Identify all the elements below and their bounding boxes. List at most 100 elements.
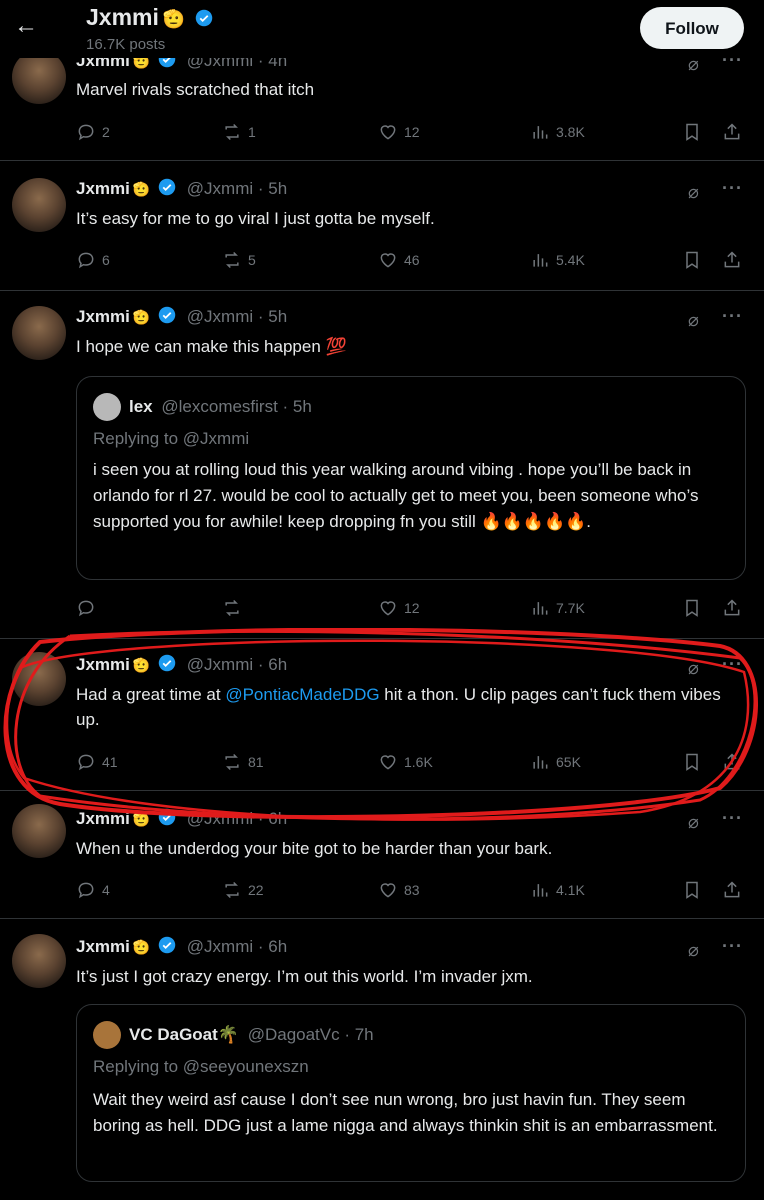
author-handle[interactable]: @Jxmmi · 6h <box>187 655 287 674</box>
author-handle[interactable]: @Jxmmi · 6h <box>187 937 287 956</box>
share-button[interactable] <box>722 120 748 144</box>
reply-count: 41 <box>102 754 118 770</box>
mention-link[interactable]: @PontiacMadeDDG <box>225 685 379 704</box>
views-chart-icon <box>533 126 548 139</box>
share-button[interactable] <box>722 878 748 902</box>
like-button[interactable]: 12 <box>378 596 420 620</box>
views-chart-icon <box>533 884 548 897</box>
author-handle[interactable]: @Jxmmi · 5h <box>187 179 287 198</box>
author-handle[interactable]: @Jxmmi · 6h <box>187 809 287 828</box>
grok-icon[interactable]: ⌀ <box>688 310 710 332</box>
bookmark-button[interactable] <box>682 750 708 774</box>
quoted-avatar[interactable] <box>93 393 121 421</box>
like-count: 1.6K <box>404 754 433 770</box>
bookmark-button[interactable] <box>682 596 708 620</box>
view-count: 7.7K <box>556 600 585 616</box>
repost-button[interactable]: 81 <box>222 750 264 774</box>
avatar[interactable] <box>12 50 66 104</box>
repost-count: 22 <box>248 882 264 898</box>
grok-icon[interactable]: ⌀ <box>688 182 710 204</box>
tweet[interactable]: Jxmmi 🫡 @Jxmmi · 6h ⌀ ··· Had a great tim… <box>0 638 764 791</box>
author-name[interactable]: Jxmmi <box>76 937 130 956</box>
author-name[interactable]: Jxmmi <box>76 179 130 198</box>
author-emoji: 🫡 <box>132 657 151 673</box>
profile-header: ← Jxmmi 🫡 16.7K posts Follow <box>0 0 764 58</box>
reply-button[interactable] <box>76 596 102 620</box>
quoted-tweet[interactable]: lex @lexcomesfirst · 5h Replying to @Jxm… <box>76 376 746 580</box>
share-button[interactable] <box>722 596 748 620</box>
views-button[interactable]: 5.4K <box>530 248 585 272</box>
more-options-icon[interactable]: ··· <box>722 178 743 199</box>
reply-button[interactable]: 6 <box>76 248 110 272</box>
quoted-avatar[interactable] <box>93 1021 121 1049</box>
avatar[interactable] <box>12 934 66 988</box>
views-button[interactable]: 4.1K <box>530 878 585 902</box>
back-arrow-icon[interactable]: ← <box>14 12 42 40</box>
author-emoji: 🫡 <box>132 811 151 827</box>
tweet[interactable]: Jxmmi 🫡 @Jxmmi · 5h ⌀ ··· It’s easy for m… <box>0 160 764 291</box>
quoted-tweet[interactable]: VC DaGoat🌴 @DagoatVc · 7h Replying to @s… <box>76 1004 746 1182</box>
quoted-author-name[interactable]: VC DaGoat <box>129 1025 218 1044</box>
profile-name-text: Jxmmi <box>86 4 159 30</box>
repost-button[interactable]: 1 <box>222 120 256 144</box>
tweet[interactable]: Jxmmi 🫡 @Jxmmi · 5h ⌀ ··· I hope we can m… <box>0 290 764 639</box>
share-button[interactable] <box>722 248 748 272</box>
repost-button[interactable]: 22 <box>222 878 264 902</box>
repost-count: 1 <box>248 124 256 140</box>
quoted-author-handle[interactable]: @lexcomesfirst · 5h <box>161 397 311 416</box>
quoted-text: i seen you at rolling loud this year wal… <box>93 460 699 531</box>
tweet-actions: 41 81 1.6K 65K <box>76 750 746 774</box>
reply-button[interactable]: 2 <box>76 120 110 144</box>
avatar[interactable] <box>12 652 66 706</box>
quoted-meta: lex @lexcomesfirst · 5h <box>129 397 312 417</box>
bookmark-icon <box>686 881 698 899</box>
tweet-actions: 6 5 46 5.4K <box>76 248 746 272</box>
grok-icon[interactable]: ⌀ <box>688 940 710 962</box>
heart-icon <box>380 125 396 140</box>
verified-badge-icon <box>195 9 212 27</box>
repost-button[interactable] <box>222 596 248 620</box>
tweet[interactable]: Jxmmi 🫡 @Jxmmi · 4h ⌀ ··· Marvel rivals s… <box>0 44 764 161</box>
bookmark-button[interactable] <box>682 248 708 272</box>
bookmark-button[interactable] <box>682 878 708 902</box>
tweet-actions: 4 22 83 4.1K <box>76 878 746 902</box>
author-name[interactable]: Jxmmi <box>76 307 130 326</box>
author-name[interactable]: Jxmmi <box>76 655 130 674</box>
share-icon <box>724 251 740 268</box>
tweet-text: Marvel rivals scratched that itch <box>76 80 315 99</box>
tweet[interactable]: Jxmmi 🫡 @Jxmmi · 6h ⌀ ··· It’s just I got… <box>0 918 764 1200</box>
more-options-icon[interactable]: ··· <box>722 936 743 957</box>
reply-button[interactable]: 41 <box>76 750 118 774</box>
author-handle[interactable]: @Jxmmi · 5h <box>187 307 287 326</box>
grok-icon[interactable]: ⌀ <box>688 658 710 680</box>
repost-button[interactable]: 5 <box>222 248 256 272</box>
bookmark-button[interactable] <box>682 120 708 144</box>
reply-button[interactable]: 4 <box>76 878 110 902</box>
share-button[interactable] <box>722 750 748 774</box>
like-button[interactable]: 83 <box>378 878 420 902</box>
like-button[interactable]: 12 <box>378 120 420 144</box>
tweet-actions: 2 1 12 3.8K <box>76 120 746 144</box>
like-button[interactable]: 1.6K <box>378 750 433 774</box>
quoted-author-name[interactable]: lex <box>129 397 153 416</box>
more-options-icon[interactable]: ··· <box>722 808 743 829</box>
tweet-text-start: Had a great time at <box>76 685 226 704</box>
more-options-icon[interactable]: ··· <box>722 306 743 327</box>
grok-icon[interactable]: ⌀ <box>688 812 710 834</box>
profile-name: Jxmmi 🫡 <box>86 4 213 31</box>
author-name[interactable]: Jxmmi <box>76 809 130 828</box>
avatar[interactable] <box>12 178 66 232</box>
like-button[interactable]: 46 <box>378 248 420 272</box>
views-button[interactable]: 65K <box>530 750 581 774</box>
follow-button[interactable]: Follow <box>640 7 744 49</box>
more-options-icon[interactable]: ··· <box>722 654 743 675</box>
avatar[interactable] <box>12 804 66 858</box>
views-button[interactable]: 3.8K <box>530 120 585 144</box>
avatar[interactable] <box>12 306 66 360</box>
views-button[interactable]: 7.7K <box>530 596 585 620</box>
tweet-meta: Jxmmi 🫡 @Jxmmi · 5h <box>76 178 287 199</box>
quoted-author-handle[interactable]: @DagoatVc · 7h <box>248 1025 374 1044</box>
like-count: 46 <box>404 252 420 268</box>
reply-icon <box>78 124 94 141</box>
tweet[interactable]: Jxmmi 🫡 @Jxmmi · 6h ⌀ ··· When u the unde… <box>0 790 764 919</box>
